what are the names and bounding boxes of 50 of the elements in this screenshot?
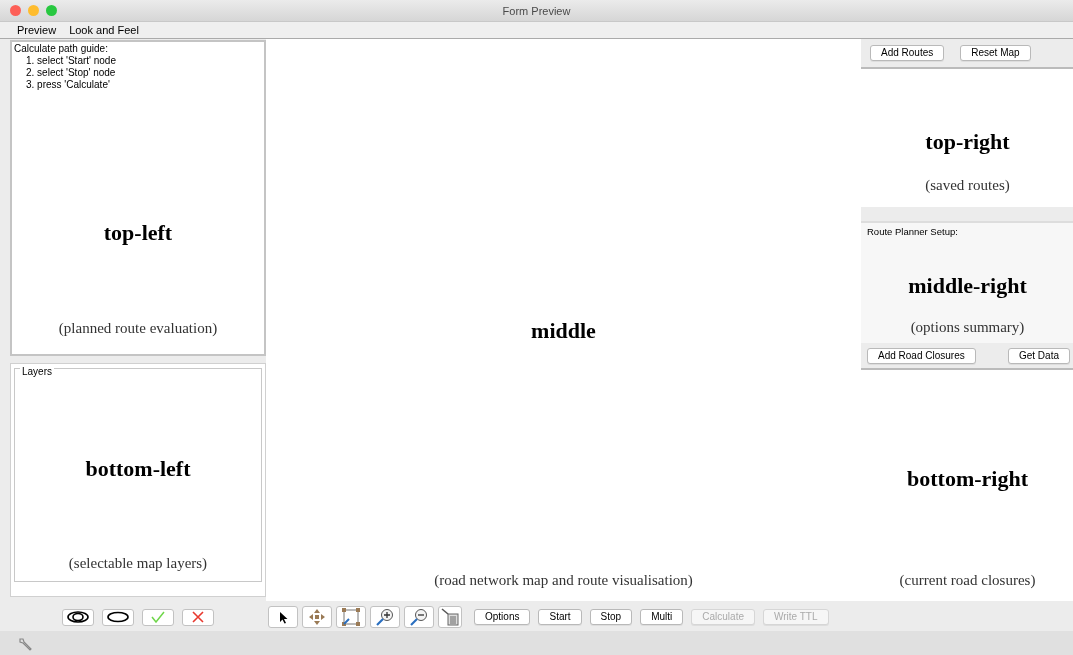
toolbar-button[interactable]: Add Road Closures xyxy=(867,348,976,364)
panel-caption: (selectable map layers) xyxy=(68,553,208,573)
move-arrows-icon xyxy=(309,609,325,625)
hide-layer-button[interactable] xyxy=(102,608,134,626)
guide-step: 3. press 'Calculate' xyxy=(26,79,110,91)
document-pen-icon xyxy=(441,608,459,626)
panel-heading: bottom-left xyxy=(85,455,191,483)
menu-item[interactable]: Preview xyxy=(17,22,57,38)
cross-icon xyxy=(192,611,204,623)
legend-button[interactable] xyxy=(438,606,462,628)
toolbar-button[interactable]: Get Data xyxy=(1007,348,1070,364)
panel-caption: (current road closures) xyxy=(899,570,1036,590)
panel-caption: (options summary) xyxy=(910,318,1025,338)
toolbar-button[interactable]: Reset Map xyxy=(960,45,1031,61)
cancel-button[interactable] xyxy=(182,608,214,626)
pointer-tool-button[interactable] xyxy=(268,606,298,628)
eye-icon xyxy=(67,611,89,623)
toolbar-button[interactable]: Multi xyxy=(640,609,684,625)
zoom-in-icon xyxy=(376,608,394,626)
wrench-icon xyxy=(18,636,32,651)
panel-caption: (saved routes) xyxy=(925,176,1010,195)
panel-caption: (road network map and route visualisation) xyxy=(434,570,693,590)
zoom-out-button[interactable] xyxy=(404,606,434,628)
panel-heading: top-right xyxy=(925,128,1010,156)
menu-item[interactable]: Look and Feel xyxy=(69,22,139,38)
guide-step: 1. select 'Start' node xyxy=(26,55,116,67)
panel-heading: bottom-right xyxy=(907,465,1028,493)
close-window-button[interactable] xyxy=(10,5,21,16)
toolbar-button[interactable]: Options xyxy=(474,609,531,625)
ellipse-icon xyxy=(107,611,129,623)
toolbar-button[interactable]: Start xyxy=(538,609,582,625)
toolbar-button[interactable]: Add Routes xyxy=(870,45,945,61)
cursor-icon xyxy=(278,610,288,624)
toolbar-button[interactable]: Stop xyxy=(589,609,633,625)
zoom-fit-button[interactable] xyxy=(336,606,366,628)
panel-caption: (planned route evaluation) xyxy=(57,318,219,338)
check-icon xyxy=(151,611,165,623)
panel-heading: middle xyxy=(531,317,596,345)
guide-title: Calculate path guide: xyxy=(14,43,109,55)
panel-heading: middle-right xyxy=(908,272,1027,301)
group-title: Layers xyxy=(20,366,54,378)
panel-heading: top-left xyxy=(102,218,174,247)
panel-title: Route Planner Setup: xyxy=(866,225,959,239)
show-layer-button[interactable] xyxy=(62,608,94,626)
zoom-out-icon xyxy=(410,608,428,626)
zoom-in-button[interactable] xyxy=(370,606,400,628)
window-title: Form Preview xyxy=(502,4,571,19)
pan-tool-button[interactable] xyxy=(302,606,332,628)
guide-step: 2. select 'Stop' node xyxy=(26,67,116,79)
zoom-fit-icon xyxy=(342,608,360,626)
